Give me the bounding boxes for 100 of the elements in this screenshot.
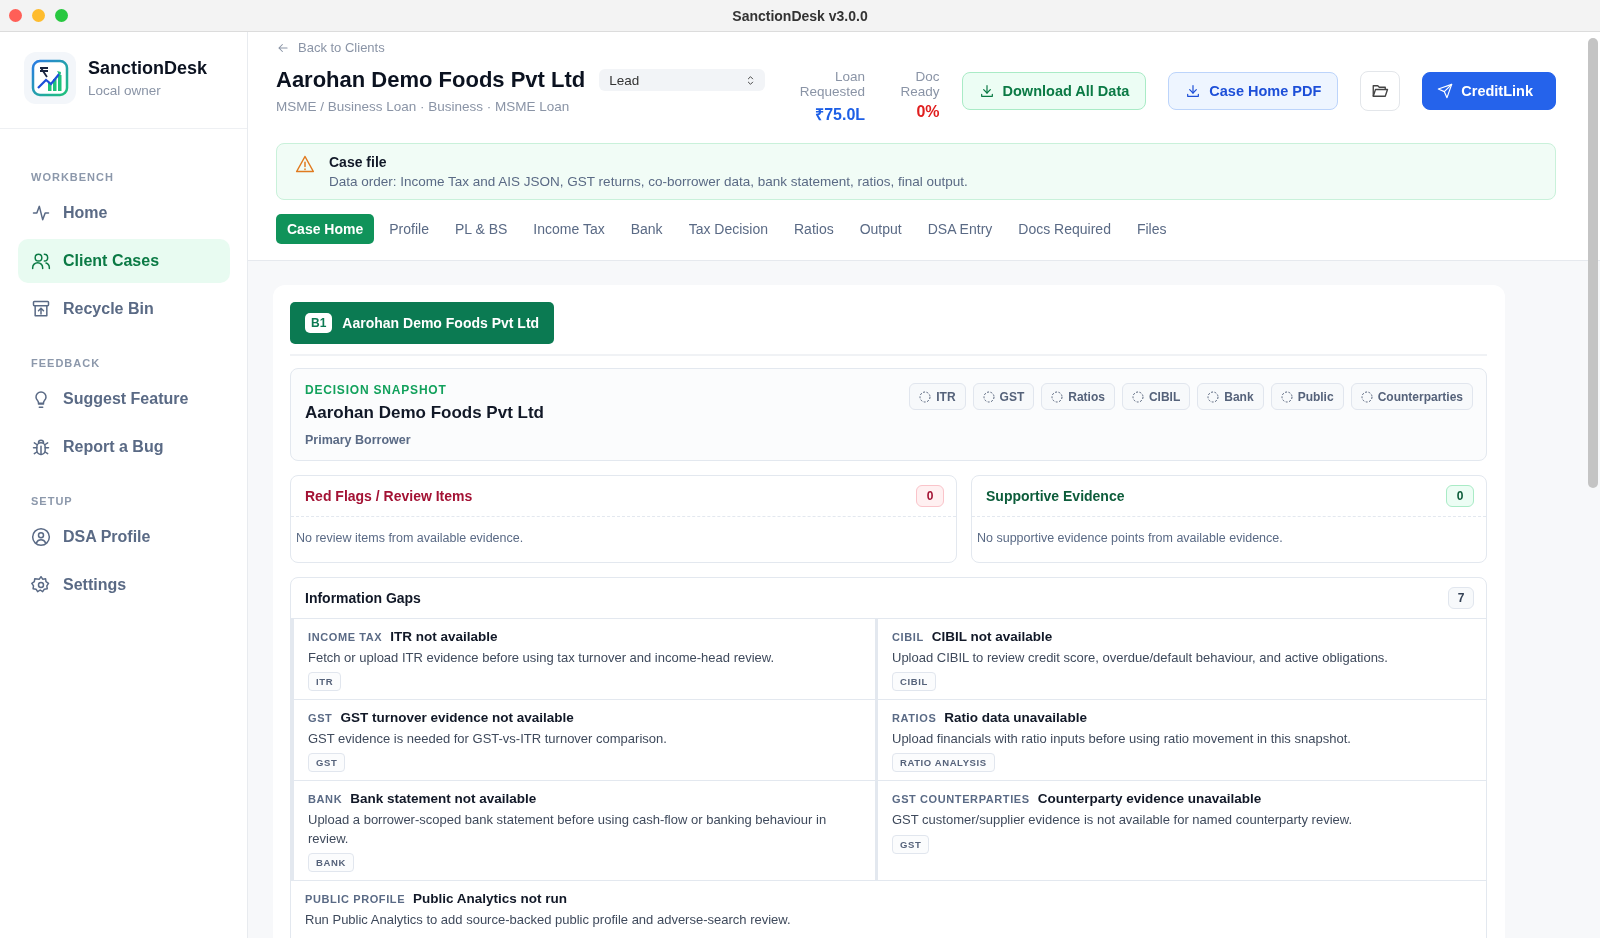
alert-title: Case file [329,154,388,170]
section-heading: SETUP [30,495,74,507]
alert-text: Data order: Income Tax and AIS JSON, GST returns, co-borrower data, bank statement, ratios, final output. [329,174,968,189]
dashed-circle-icon [1360,390,1373,403]
tab[interactable]: Docs Required [1007,214,1122,244]
snapshot-eyebrow: DECISION SNAPSHOT [305,383,448,397]
gap-description: Run Public Analytics to add source-backed public profile and adverse-search review. [305,910,792,929]
tab[interactable]: Bank [619,214,674,244]
dashed-circle-icon [1207,390,1220,403]
window-title: SanctionDesk v3.0.0 [732,7,868,24]
source-tag: RATIO ANALYSIS [892,753,995,773]
status-chip: ITR [909,383,966,410]
nav-item[interactable]: Client Cases [18,239,230,283]
empty-message: No supportive evidence points from available evidence. [976,530,1284,547]
tab[interactable]: Output [848,214,913,244]
gap-description: Fetch or upload ITR evidence before using tax turnover and income-head review. [308,649,776,667]
source-tag: BANK [308,852,354,872]
window-control[interactable] [55,9,68,22]
borrower-role: Primary Borrower [305,433,412,447]
pdf-button[interactable]: Case Home PDF [1168,72,1339,110]
gap-description: Upload a borrower-scoped bank statement before using cash-flow or banking behaviour in review. [308,811,828,848]
status-select[interactable]: Lead [599,69,766,91]
nav-item[interactable]: Recycle Bin [18,287,230,331]
panel-title: Information Gaps [305,590,421,606]
source-tag: GST [892,834,930,854]
creditlink-button[interactable]: CreditLink [1422,72,1556,110]
source-tag: CIBIL [892,672,936,692]
scrollbar[interactable] [1588,38,1598,488]
tab[interactable]: DSA Entry [916,214,1004,244]
borrower-name: Aarohan Demo Foods Pvt Ltd [305,403,544,423]
metric-label: Loan Requested [798,69,866,99]
gap-title: GST turnover evidence not available [340,710,574,726]
nav-item[interactable]: Suggest Feature [18,377,230,421]
nav-item[interactable]: Report a Bug [18,425,230,469]
borrower-tab[interactable]: B1 Aarohan Demo Foods Pvt Ltd [290,302,555,344]
tab[interactable]: Files [1125,214,1178,244]
back-link[interactable]: Back to Clients [276,40,385,55]
gap-category: GST [308,712,333,725]
chart-logo-icon [24,52,76,104]
status-chip: Counterparties [1350,383,1473,410]
archive-icon [31,299,51,319]
tab[interactable]: PL & BS [443,214,519,244]
gap-description: GST evidence is needed for GST-vs-ITR turnover comparison. [308,730,668,749]
gap-category: GST COUNTERPARTIES [892,793,1030,806]
source-tag: GST [308,753,346,773]
warning-icon [295,154,315,174]
gap-title: ITR not available [390,629,498,644]
source-tag: ITR [308,672,342,692]
window-control[interactable] [9,9,22,22]
download-icon [978,83,995,99]
pulse-icon [31,203,51,223]
status-chip: Public [1270,383,1344,410]
tab[interactable]: Case Home [276,214,375,244]
nav-item[interactable]: Home [18,191,230,235]
status-chip: CIBIL [1121,383,1191,410]
gap-description: GST customer/supplier evidence is not available for named counterparty review. [892,811,1354,830]
gap-category: CIBIL [892,631,924,643]
count-badge: 0 [1446,485,1474,507]
tab[interactable]: Ratios [783,214,845,244]
count-badge: 0 [916,485,944,507]
bug-icon [31,437,51,457]
status-chip: GST [972,383,1035,410]
folder-icon [1371,82,1390,100]
client-title: Aarohan Demo Foods Pvt Ltd [276,67,586,93]
tab[interactable]: Profile [378,214,440,244]
gap-category: RATIOS [892,712,937,725]
gap-title: Ratio data unavailable [944,710,1087,726]
gap-category: PUBLIC PROFILE [305,892,406,905]
app-name: SanctionDesk [88,58,208,79]
dashed-circle-icon [919,390,932,403]
gap-title: CIBIL not available [931,629,1053,644]
folder-button[interactable] [1360,71,1401,111]
gap-description: Upload CIBIL to review credit score, overdue/default behaviour, and active obligations. [892,649,1389,667]
section-heading: WORKBENCH [30,171,115,183]
empty-message: No review items from available evidence. [295,530,525,547]
dashed-circle-icon [1280,390,1293,403]
metric-value: ₹75.0L [814,105,866,125]
send-icon [1437,83,1454,99]
status-chip: Ratios [1041,383,1115,410]
tab[interactable]: Income Tax [522,214,616,244]
status-chip: Bank [1197,383,1264,410]
settings-icon [31,575,51,595]
nav-item[interactable]: Settings [18,563,230,607]
users-icon [31,251,51,271]
nav-item[interactable]: DSA Profile [18,515,230,559]
metric-label: Doc Ready [899,69,940,99]
window-control[interactable] [32,9,45,22]
download-button[interactable]: Download All Data [961,72,1147,110]
dashed-circle-icon [982,390,995,403]
tab[interactable]: Tax Decision [677,214,779,244]
panel-title: Red Flags / Review Items [305,488,473,504]
gap-title: Counterparty evidence unavailable [1037,791,1262,807]
gap-title: Public Analytics not run [413,890,568,906]
dashed-circle-icon [1051,390,1064,403]
gap-title: Bank statement not available [350,791,537,807]
section-heading: FEEDBACK [30,357,102,369]
gap-category: BANK [308,793,343,806]
gap-category: INCOME TAX [308,631,383,643]
gap-description: Upload financials with ratio inputs before using ratio movement in this snapshot. [892,730,1352,749]
panel-title: Supportive Evidence [986,488,1125,504]
